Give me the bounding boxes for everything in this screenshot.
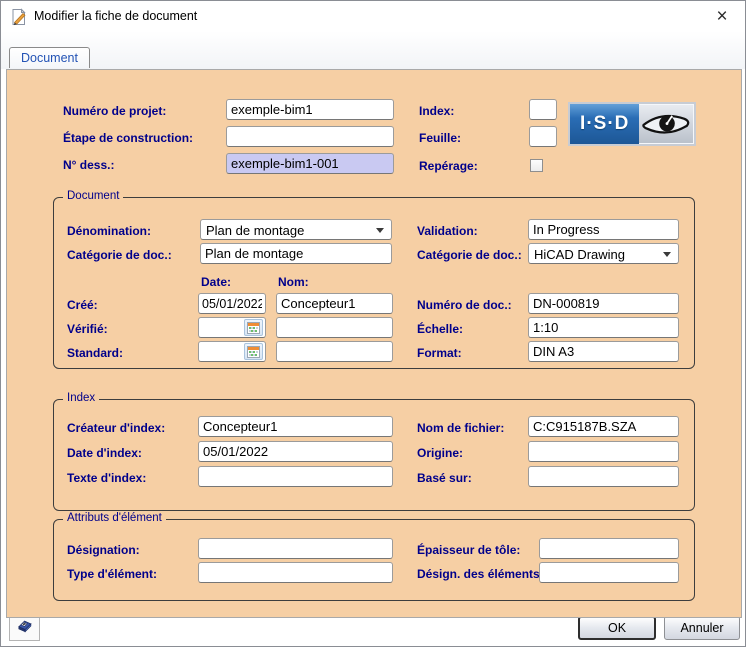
index-input[interactable] xyxy=(529,99,557,120)
verified-date-input[interactable] xyxy=(201,319,247,336)
drawing-number-input[interactable] xyxy=(226,153,394,174)
construction-stage-input[interactable] xyxy=(226,126,394,147)
doc-category-input[interactable] xyxy=(200,243,392,264)
designation-label: Désignation: xyxy=(67,543,140,557)
calendar-icon[interactable] xyxy=(244,343,263,360)
denomination-value: Plan de montage xyxy=(206,223,304,238)
close-icon[interactable]: × xyxy=(712,7,732,27)
doc-category2-value: HiCAD Drawing xyxy=(534,247,625,262)
chevron-down-icon xyxy=(376,228,384,233)
validation-input[interactable] xyxy=(528,219,679,240)
tab-document[interactable]: Document xyxy=(9,47,90,68)
index-creator-input[interactable] xyxy=(198,416,393,437)
tagging-label: Repérage: xyxy=(419,159,478,173)
filename-input[interactable] xyxy=(528,416,679,437)
index-date-label: Date d'index: xyxy=(67,446,142,460)
elements-designation-label: Désign. des éléments: xyxy=(417,567,544,581)
index-creator-label: Créateur d'index: xyxy=(67,421,165,435)
date-column-header: Date: xyxy=(201,275,231,289)
denomination-label: Dénomination: xyxy=(67,224,151,238)
sheet-input[interactable] xyxy=(529,126,557,147)
origin-input[interactable] xyxy=(528,441,679,462)
project-number-input[interactable] xyxy=(226,99,394,120)
verified-name-input[interactable] xyxy=(276,317,393,338)
filename-label: Nom de fichier: xyxy=(417,421,504,435)
standard-date-input[interactable] xyxy=(201,343,247,360)
document-group-legend: Document xyxy=(63,190,123,202)
index-group-legend: Index xyxy=(63,392,99,404)
designation-input[interactable] xyxy=(198,538,393,559)
sheet-label: Feuille: xyxy=(419,131,461,145)
drawing-number-label: N° dess.: xyxy=(63,158,114,172)
isd-logo: I·S·D xyxy=(568,102,696,146)
created-name-input[interactable] xyxy=(276,293,393,314)
doc-category2-dropdown[interactable]: HiCAD Drawing xyxy=(528,243,679,264)
validation-label: Validation: xyxy=(417,224,478,238)
based-on-input[interactable] xyxy=(528,466,679,487)
standard-name-input[interactable] xyxy=(276,341,393,362)
title-bar: Modifier la fiche de document × xyxy=(1,1,745,31)
name-column-header: Nom: xyxy=(278,275,309,289)
origin-label: Origine: xyxy=(417,446,463,460)
standard-date-field[interactable] xyxy=(198,341,266,362)
eye-icon xyxy=(639,104,694,144)
edit-document-icon xyxy=(10,8,28,26)
element-type-label: Type d'élément: xyxy=(67,567,157,581)
isd-logo-text: I·S·D xyxy=(570,104,639,144)
element-attributes-group: Attributs d'élément xyxy=(53,519,695,601)
doc-number-input[interactable] xyxy=(528,293,679,314)
created-label: Créé: xyxy=(67,298,98,312)
verified-label: Vérifié: xyxy=(67,322,108,336)
element-attributes-legend: Attributs d'élément xyxy=(63,512,166,524)
format-label: Format: xyxy=(417,346,462,360)
doc-category2-label: Catégorie de doc.: xyxy=(417,248,522,262)
window-title: Modifier la fiche de document xyxy=(34,9,197,23)
calendar-icon[interactable] xyxy=(244,319,263,336)
sheet-thickness-input[interactable] xyxy=(539,538,679,559)
index-date-input[interactable] xyxy=(198,441,393,462)
index-text-label: Texte d'index: xyxy=(67,471,146,485)
doc-number-label: Numéro de doc.: xyxy=(417,298,512,312)
scale-input[interactable] xyxy=(528,317,679,338)
verified-date-field[interactable] xyxy=(198,317,266,338)
cancel-button[interactable]: Annuler xyxy=(664,616,740,640)
element-type-input[interactable] xyxy=(198,562,393,583)
ok-button[interactable]: OK xyxy=(578,616,656,640)
construction-stage-label: Étape de construction: xyxy=(63,131,193,145)
index-text-input[interactable] xyxy=(198,466,393,487)
scale-label: Échelle: xyxy=(417,322,463,336)
created-date-input[interactable] xyxy=(198,293,266,314)
sheet-thickness-label: Épaisseur de tôle: xyxy=(417,543,520,557)
chevron-down-icon xyxy=(663,252,671,257)
tab-strip xyxy=(1,31,745,69)
index-label: Index: xyxy=(419,104,454,118)
format-input[interactable] xyxy=(528,341,679,362)
denomination-dropdown[interactable]: Plan de montage xyxy=(200,219,392,240)
tagging-checkbox[interactable] xyxy=(530,159,543,172)
project-number-label: Numéro de projet: xyxy=(63,104,166,118)
based-on-label: Basé sur: xyxy=(417,471,472,485)
dialog-window: Modifier la fiche de document × Document… xyxy=(0,0,746,647)
standard-label: Standard: xyxy=(67,346,123,360)
doc-category-label: Catégorie de doc.: xyxy=(67,248,172,262)
elements-designation-input[interactable] xyxy=(539,562,679,583)
